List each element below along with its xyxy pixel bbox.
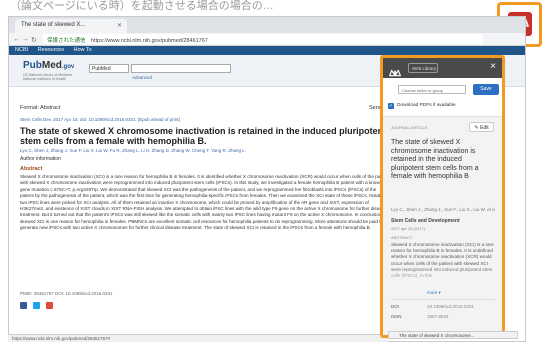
pubmed-logo[interactable]: PubMed.gov — [23, 60, 74, 71]
more-link[interactable]: more ▾ — [427, 290, 441, 296]
search-input[interactable] — [131, 64, 231, 73]
collection-select[interactable]: Choose folder or group — [398, 85, 466, 94]
pubmed-sublogo: US National Library of Medicine National… — [23, 73, 73, 81]
tab-title: The state of skewed X... — [21, 22, 86, 28]
twitter-icon[interactable] — [33, 302, 40, 309]
ncbi-link[interactable]: NCBI — [15, 47, 28, 53]
browser-tab[interactable]: The state of skewed X... ✕ — [15, 19, 127, 33]
status-bar: https://www.ncbi.nlm.nih.gov/pubmed/2846… — [8, 334, 388, 342]
document-type: JOURNAL ARTICLE — [391, 125, 428, 130]
google-plus-icon[interactable] — [46, 302, 53, 309]
issn-value: 1557-8534 — [427, 314, 449, 319]
format-selector[interactable]: Format: Abstract — [20, 105, 60, 111]
bottom-download-tab[interactable]: The state of skewed X chromosome... — [388, 331, 518, 339]
abstract-heading: Abstract — [20, 166, 43, 172]
url-text: https://www.ncbi.nlm.nih.gov/pubmed/2846… — [91, 38, 208, 44]
secure-label: 保護された通信 — [47, 38, 86, 44]
panel-title: The state of skewed X chromosome inactiv… — [391, 139, 479, 181]
url-field[interactable]: 保護された通信 https://www.ncbi.nlm.nih.gov/pub… — [43, 34, 483, 44]
edit-button[interactable]: ✎ Edit — [469, 122, 494, 132]
doi-row: DOI 10.1089/scd.2016.0331 — [391, 304, 474, 309]
close-icon[interactable]: × — [490, 61, 496, 72]
close-icon[interactable]: ✕ — [117, 22, 122, 29]
web-library-button[interactable]: Web Library — [408, 63, 438, 73]
article-title: The state of skewed X chromosome inactiv… — [20, 126, 387, 146]
panel-journal: Stem Cells and Development — [391, 218, 460, 224]
advanced-link[interactable]: Advanced — [132, 75, 152, 80]
doi-value: 10.1089/scd.2016.0331 — [427, 304, 475, 309]
download-pdf-checkbox[interactable]: ✓ — [388, 103, 394, 109]
doi-label: DOI — [391, 304, 400, 309]
divider — [391, 299, 495, 300]
panel-header: Web Library × — [383, 58, 502, 78]
address-bar: ← → ↻ 保護された通信 https://www.ncbi.nlm.nih.g… — [9, 33, 525, 46]
panel-abstract-label: ABSTRACT — [391, 235, 413, 240]
save-button[interactable]: Save — [473, 84, 499, 95]
database-select[interactable]: PubMed — [89, 64, 129, 73]
panel-authors: Lyu C., Shen J., Zhang J., Xue F., Liu X… — [391, 207, 495, 212]
resources-link[interactable]: Resources — [38, 47, 64, 53]
top-caption: （論文ページにいる時）を起動させる場合の場合の… — [10, 0, 274, 12]
back-icon[interactable]: ← — [13, 36, 20, 43]
issn-row: ISSN 1557-8534 — [391, 314, 449, 319]
abstract-fade — [391, 266, 495, 286]
reload-icon[interactable]: ↻ — [31, 36, 37, 44]
share-row — [20, 302, 53, 309]
facebook-icon[interactable] — [20, 302, 27, 309]
mendeley-panel-logo-icon — [388, 64, 402, 82]
panel-document-card: JOURNAL ARTICLE ✎ Edit The state of skew… — [383, 116, 502, 335]
panel-year: 2017 apr 15 (2017) — [391, 226, 426, 231]
author-information-toggle[interactable]: Author information — [20, 156, 61, 162]
howto-link[interactable]: How To — [74, 47, 92, 53]
pmid-line: PMID: 28461767 DOI: 10.1089/scd.2016.033… — [20, 291, 113, 296]
author-list[interactable]: Lyu C, Shen J, Zhang J, Xue F, Liu X, Li… — [20, 148, 380, 153]
issn-label: ISSN — [391, 314, 402, 319]
chevron-down-icon: ▾ — [438, 290, 441, 295]
download-pdf-label: Download PDFs if available — [397, 103, 456, 108]
tab-bar: The state of skewed X... ✕ — [9, 17, 525, 33]
abstract-text: Skewed X chromosome inactivation (XCI) i… — [20, 174, 389, 231]
forward-icon[interactable]: → — [22, 36, 29, 43]
pencil-icon: ✎ — [474, 125, 479, 131]
ncbi-bar: NCBI Resources How To — [9, 46, 525, 55]
citation-line[interactable]: Stem Cells Dev. 2017 Apr 15. doi: 10.108… — [20, 117, 180, 122]
mendeley-importer-panel: Web Library × Choose folder or group Sav… — [380, 55, 505, 338]
